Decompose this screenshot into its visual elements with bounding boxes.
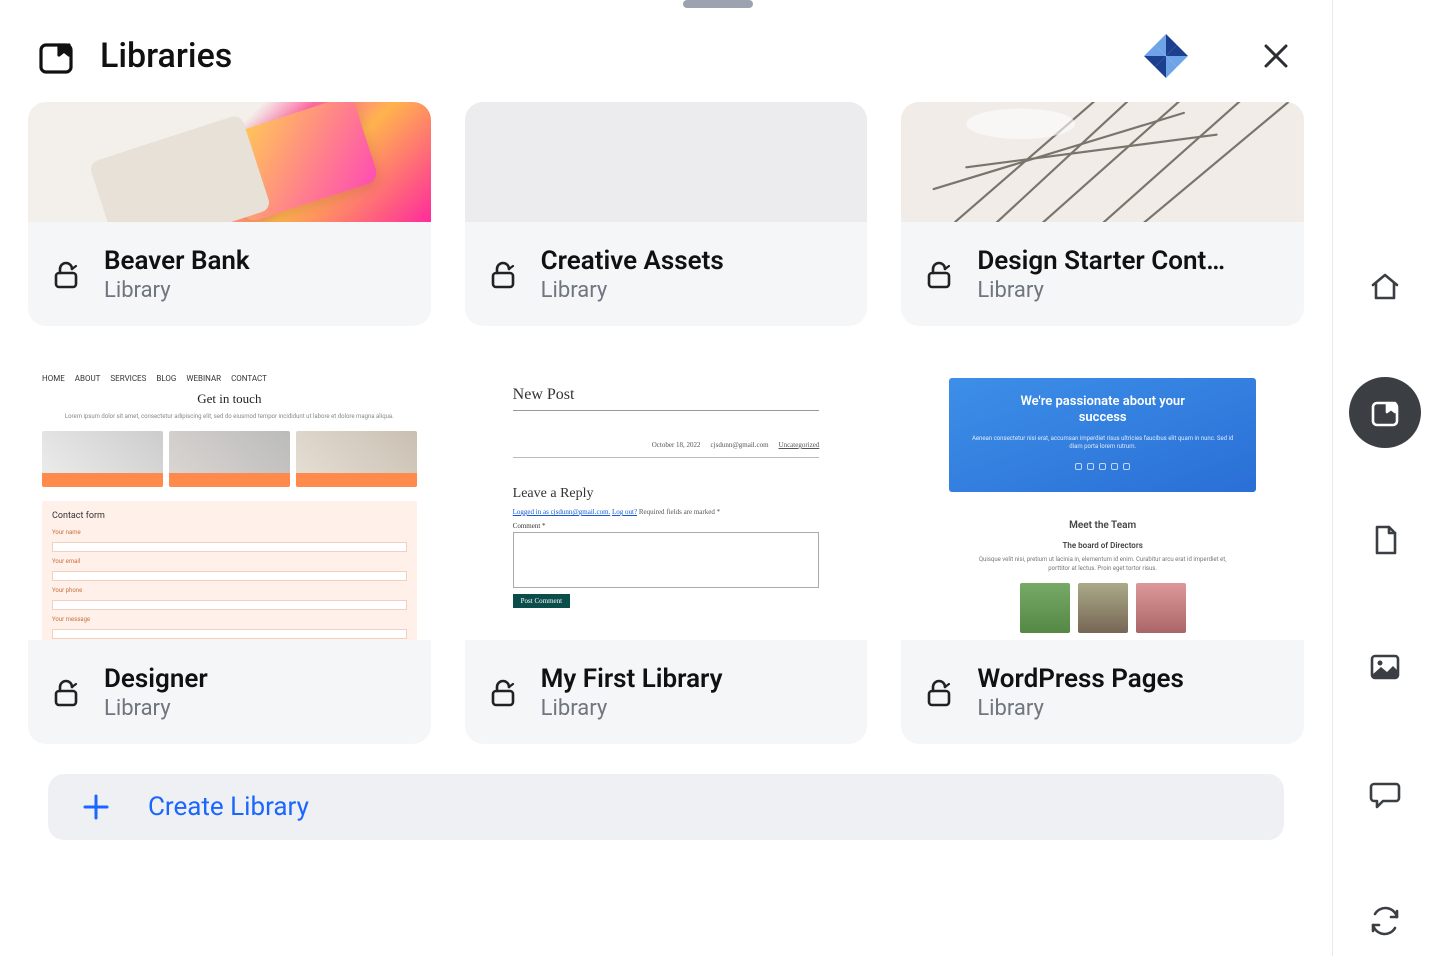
- nav-images[interactable]: [1349, 631, 1421, 702]
- card-thumbnail: [901, 102, 1304, 222]
- card-footer: Design Starter Cont… Library: [901, 222, 1304, 326]
- card-footer: WordPress Pages Library: [901, 640, 1304, 744]
- library-card[interactable]: Beaver Bank Library: [28, 102, 431, 326]
- nav-libraries[interactable]: [1349, 377, 1421, 448]
- library-card[interactable]: HOME ABOUT SERVICES BLOG WEBINAR CONTACT…: [28, 360, 431, 744]
- card-title: Beaver Bank: [104, 246, 405, 276]
- library-grid: Beaver Bank Library: [28, 102, 1304, 744]
- card-subtitle: Library: [977, 696, 1278, 721]
- unlock-icon: [50, 676, 82, 708]
- close-button[interactable]: [1256, 36, 1296, 76]
- plus-icon: [82, 793, 110, 821]
- unlock-icon: [50, 258, 82, 290]
- card-thumbnail: [465, 102, 868, 222]
- nav-chat[interactable]: [1349, 758, 1421, 829]
- create-library-input[interactable]: [148, 792, 1250, 822]
- card-footer: Designer Library: [28, 640, 431, 744]
- card-title: My First Library: [541, 664, 842, 694]
- card-subtitle: Library: [541, 696, 842, 721]
- card-thumbnail: New Post October 18, 2022 cjsdunn@gmail.…: [465, 360, 868, 640]
- card-footer: Beaver Bank Library: [28, 222, 431, 326]
- card-subtitle: Library: [977, 278, 1278, 303]
- card-footer: Creative Assets Library: [465, 222, 868, 326]
- unlock-icon: [923, 258, 955, 290]
- unlock-icon: [923, 676, 955, 708]
- create-library-bar[interactable]: [48, 774, 1284, 840]
- page-title: Libraries: [100, 36, 1116, 76]
- content: Beaver Bank Library: [0, 102, 1332, 956]
- main-panel: Libraries: [0, 0, 1332, 956]
- card-subtitle: Library: [541, 278, 842, 303]
- card-thumbnail: We're passionate about yoursuccess Aenea…: [901, 360, 1304, 640]
- card-title: Designer: [104, 664, 405, 694]
- libraries-icon: [36, 36, 76, 76]
- card-title: Creative Assets: [541, 246, 842, 276]
- unlock-icon: [487, 676, 519, 708]
- nav-home[interactable]: [1349, 250, 1421, 321]
- header: Libraries: [0, 0, 1332, 102]
- drag-handle[interactable]: [683, 0, 753, 8]
- card-footer: My First Library Library: [465, 640, 868, 744]
- card-subtitle: Library: [104, 278, 405, 303]
- unlock-icon: [487, 258, 519, 290]
- card-thumbnail: HOME ABOUT SERVICES BLOG WEBINAR CONTACT…: [28, 360, 431, 640]
- library-card[interactable]: New Post October 18, 2022 cjsdunn@gmail.…: [465, 360, 868, 744]
- card-thumbnail: [28, 102, 431, 222]
- right-sidebar: [1332, 0, 1436, 956]
- library-card[interactable]: Creative Assets Library: [465, 102, 868, 326]
- card-title: Design Starter Cont…: [977, 246, 1278, 276]
- library-card[interactable]: We're passionate about yoursuccess Aenea…: [901, 360, 1304, 744]
- card-subtitle: Library: [104, 696, 405, 721]
- nav-sync[interactable]: [1349, 885, 1421, 956]
- card-title: WordPress Pages: [977, 664, 1278, 694]
- brand-pinwheel-icon[interactable]: [1140, 30, 1192, 82]
- library-card[interactable]: Design Starter Cont… Library: [901, 102, 1304, 326]
- nav-documents[interactable]: [1349, 504, 1421, 575]
